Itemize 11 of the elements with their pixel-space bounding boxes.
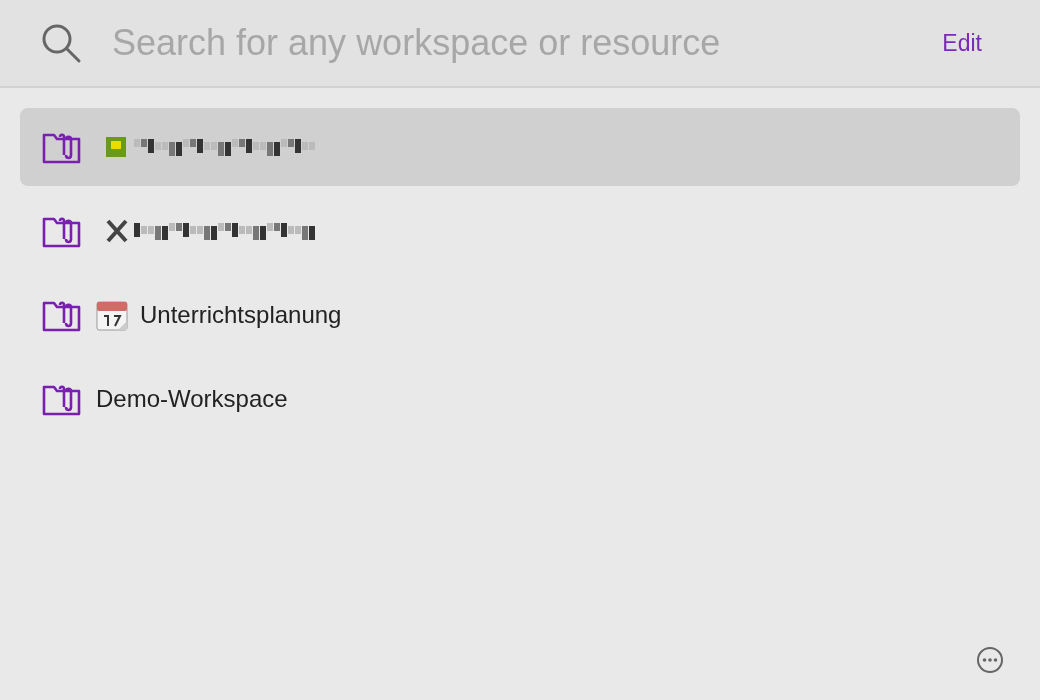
workspace-name: Unterrichtsplanung bbox=[140, 301, 342, 329]
more-button[interactable] bbox=[976, 646, 1004, 674]
calendar-icon bbox=[96, 299, 128, 331]
edit-button[interactable]: Edit bbox=[924, 25, 1000, 61]
more-icon bbox=[976, 646, 1004, 674]
workspace-item[interactable]: Demo-Workspace bbox=[20, 360, 1020, 438]
search-field[interactable]: Search for any workspace or resource Edit bbox=[0, 0, 1040, 88]
workspace-item[interactable] bbox=[20, 108, 1020, 186]
workspace-name: Demo-Workspace bbox=[96, 385, 288, 413]
search-icon bbox=[40, 22, 82, 64]
workspace-item[interactable]: Unterrichtsplanung bbox=[20, 276, 1020, 354]
